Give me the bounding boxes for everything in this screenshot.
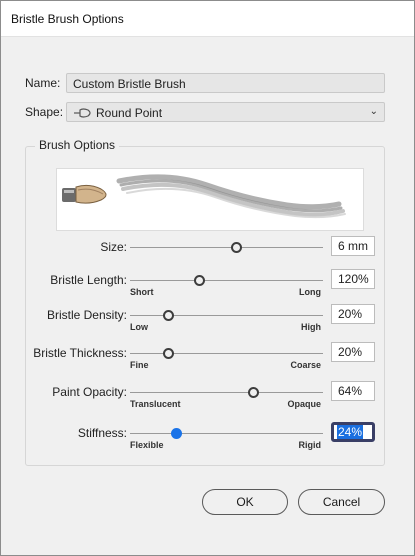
bristle-density-label: Bristle Density:: [46, 308, 127, 322]
size-value: 6 mm: [338, 239, 368, 253]
bristle-density-value: 20%: [338, 307, 363, 321]
stiffness-slider-knob[interactable]: [170, 428, 182, 439]
size-label: Size:: [100, 240, 127, 254]
paint-opacity-max-label: Opaque: [287, 399, 321, 409]
bristle-thickness-min-label: Fine: [130, 360, 149, 370]
bristle-density-value-field[interactable]: 20%: [331, 304, 375, 324]
stiffness-value-field[interactable]: 24%: [331, 422, 375, 442]
dialog-title: Bristle Brush Options: [11, 12, 124, 26]
stiffness-label: Stiffness:: [77, 426, 127, 440]
bristle-thickness-value-field[interactable]: 20%: [331, 342, 375, 362]
bristle-density-slider-track[interactable]: [130, 315, 323, 316]
brush-bristles: [75, 184, 107, 204]
bristle-length-max-label: Long: [299, 287, 321, 297]
bristle-density-max-label: High: [301, 322, 321, 332]
shape-select[interactable]: Round Point ⌄: [66, 102, 385, 122]
size-slider-track[interactable]: [130, 247, 323, 248]
bristle-density-min-label: Low: [130, 322, 148, 332]
stiffness-max-label: Rigid: [298, 440, 322, 450]
stiffness-min-label: Flexible: [130, 440, 164, 450]
brush-preview-stroke: [62, 174, 346, 219]
size-value-field[interactable]: 6 mm: [331, 236, 375, 256]
ok-button[interactable]: OK: [202, 489, 288, 515]
shape-label: Shape:: [25, 105, 64, 119]
paint-opacity-label: Paint Opacity:: [52, 385, 127, 399]
name-field-value: Custom Bristle Brush: [73, 77, 186, 91]
bristle-length-slider-track[interactable]: [130, 280, 323, 281]
stiffness-value: 24%: [337, 425, 364, 439]
brush-preview: [56, 168, 364, 231]
brush-options-title: Brush Options: [35, 138, 120, 152]
paint-opacity-min-label: Translucent: [130, 399, 181, 409]
bristle-length-value-field[interactable]: 120%: [331, 269, 375, 289]
bristle-length-slider-knob[interactable]: [193, 275, 205, 286]
bristle-thickness-value: 20%: [338, 345, 363, 359]
chevron-down-icon: ⌄: [369, 106, 378, 117]
bristle-brush-options-dialog: Bristle Brush Options Name: Custom Brist…: [0, 0, 415, 556]
shape-select-value: Round Point: [96, 106, 163, 120]
stiffness-slider-track[interactable]: [130, 433, 323, 434]
name-field[interactable]: Custom Bristle Brush: [66, 73, 385, 93]
bristle-thickness-max-label: Coarse: [290, 360, 321, 370]
bristle-length-label: Bristle Length:: [50, 273, 127, 287]
bristle-length-min-label: Short: [130, 287, 154, 297]
bristle-thickness-label: Bristle Thickness:: [33, 346, 127, 360]
paint-opacity-slider-track[interactable]: [130, 392, 323, 393]
name-label: Name:: [25, 76, 61, 90]
size-slider-knob[interactable]: [230, 242, 242, 253]
cancel-button[interactable]: Cancel: [298, 489, 385, 515]
dialog-titlebar: Bristle Brush Options: [1, 1, 414, 37]
round-point-brush-icon: [74, 108, 91, 118]
bristle-thickness-slider-track[interactable]: [130, 353, 323, 354]
paint-opacity-value: 64%: [338, 384, 363, 398]
brush-ferrule-highlight: [64, 190, 74, 193]
bristle-length-value: 120%: [338, 272, 369, 286]
paint-opacity-slider-knob[interactable]: [248, 387, 260, 398]
paint-opacity-value-field[interactable]: 64%: [331, 381, 375, 401]
